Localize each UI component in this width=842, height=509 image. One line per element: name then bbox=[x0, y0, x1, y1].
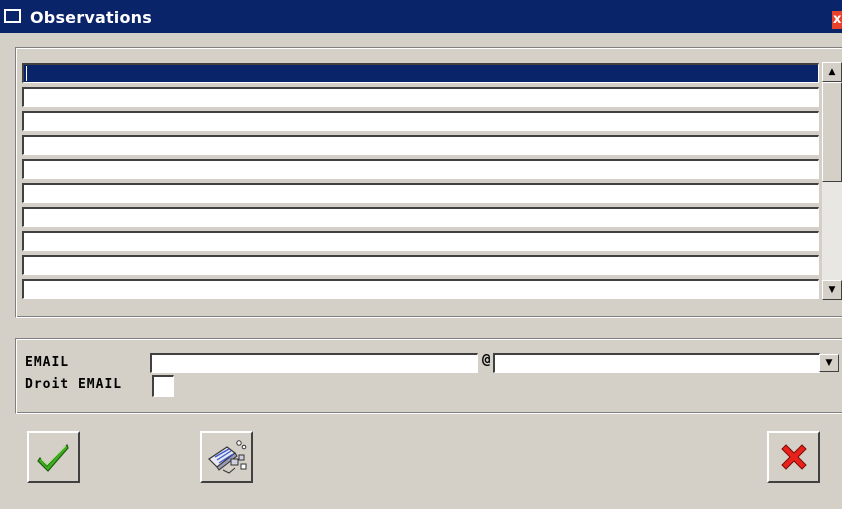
scroll-up-button[interactable]: ▲ bbox=[822, 62, 842, 82]
droit-email-checkbox[interactable] bbox=[152, 375, 174, 397]
close-icon bbox=[780, 444, 807, 470]
eraser-icon bbox=[207, 440, 246, 474]
scroll-down-button[interactable]: ▼ bbox=[822, 280, 842, 300]
email-label: EMAIL bbox=[25, 355, 70, 370]
email-panel bbox=[15, 338, 842, 414]
tool-button[interactable] bbox=[200, 431, 253, 483]
check-icon bbox=[36, 443, 69, 472]
email-domain-combobox[interactable] bbox=[493, 353, 820, 373]
title-bar[interactable]: Observations x bbox=[0, 0, 842, 33]
list-row[interactable] bbox=[22, 111, 819, 131]
ok-button[interactable] bbox=[27, 431, 80, 483]
list-row[interactable] bbox=[22, 63, 819, 83]
domain-dropdown-button[interactable]: ▼ bbox=[819, 354, 839, 372]
at-sign: @ bbox=[482, 352, 491, 368]
list-row[interactable] bbox=[22, 159, 819, 179]
email-user-field[interactable] bbox=[150, 353, 478, 373]
window-close-button[interactable]: x bbox=[832, 11, 842, 29]
list-row[interactable] bbox=[22, 255, 819, 275]
list-scrollbar[interactable]: ▲ ▼ bbox=[822, 62, 842, 300]
cancel-button[interactable] bbox=[767, 431, 820, 483]
window-icon bbox=[4, 9, 21, 23]
droit-email-label: Droit EMAIL bbox=[25, 377, 123, 392]
list-row[interactable] bbox=[22, 207, 819, 227]
list-row[interactable] bbox=[22, 135, 819, 155]
window-title: Observations bbox=[30, 8, 152, 27]
list-row[interactable] bbox=[22, 87, 819, 107]
text-caret bbox=[26, 66, 27, 81]
list-row[interactable] bbox=[22, 279, 819, 299]
list-row[interactable] bbox=[22, 183, 819, 203]
list-row[interactable] bbox=[22, 231, 819, 251]
scroll-thumb[interactable] bbox=[822, 82, 842, 182]
